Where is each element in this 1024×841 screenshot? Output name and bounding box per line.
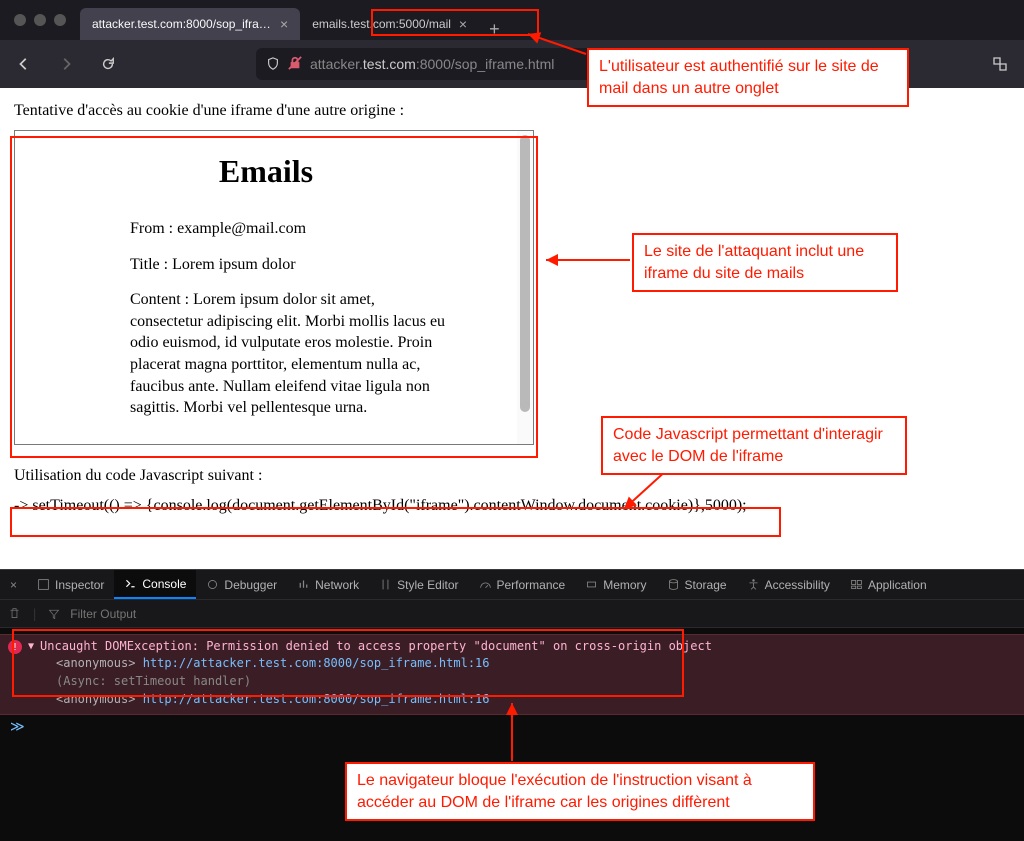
- tab-application[interactable]: Application: [840, 570, 937, 599]
- annotation-js: Code Javascript permettant d'interagir a…: [601, 416, 907, 475]
- storage-icon: [667, 578, 680, 591]
- close-dot[interactable]: [14, 14, 26, 26]
- error-stack: <anonymous> http://attacker.test.com:800…: [56, 654, 1016, 708]
- page-content: Tentative d'accès au cookie d'une iframe…: [0, 88, 1024, 569]
- devtools-tabs: × Inspector Console Debugger Network Sty…: [0, 570, 1024, 600]
- arrow-auth-to-tab: [520, 30, 590, 58]
- style-icon: [379, 578, 392, 591]
- window-titlebar: attacker.test.com:8000/sop_iframe. × ema…: [0, 0, 1024, 40]
- tab-accessibility[interactable]: Accessibility: [737, 570, 840, 599]
- scrollbar-thumb[interactable]: [520, 135, 530, 412]
- email-title: Title : Lorem ipsum dolor: [130, 254, 450, 276]
- tab-emails[interactable]: emails.test.com:5000/mail ×: [300, 8, 479, 40]
- debugger-icon: [206, 578, 219, 591]
- iframe-scrollbar[interactable]: [517, 131, 533, 444]
- cross-origin-iframe[interactable]: Emails From : example@mail.com Title : L…: [14, 130, 534, 445]
- arrow-right-icon: [59, 57, 73, 71]
- arrow-iframe: [540, 252, 635, 268]
- annotation-blocked: Le navigateur bloque l'exécution de l'in…: [345, 762, 815, 821]
- console-icon: [124, 577, 137, 590]
- tab-performance[interactable]: Performance: [469, 570, 576, 599]
- tab-memory[interactable]: Memory: [575, 570, 656, 599]
- close-icon[interactable]: ×: [280, 16, 288, 32]
- trash-icon[interactable]: [8, 607, 21, 620]
- email-content: Content : Lorem ipsum dolor sit amet, co…: [130, 289, 450, 419]
- tab-strip: attacker.test.com:8000/sop_iframe. × ema…: [80, 0, 510, 40]
- console-filter-bar: |: [0, 600, 1024, 628]
- accessibility-icon: [747, 578, 760, 591]
- devtools-close-icon[interactable]: ×: [0, 578, 27, 592]
- arrow-blocked: [502, 699, 522, 763]
- filter-input[interactable]: [70, 607, 1016, 621]
- application-icon: [850, 578, 863, 591]
- inspector-icon: [37, 578, 50, 591]
- url-text: attacker.test.com:8000/sop_iframe.html: [310, 56, 554, 72]
- translate-icon: [992, 56, 1008, 72]
- forward-button[interactable]: [52, 50, 80, 78]
- arrow-left-icon: [17, 57, 31, 71]
- minimize-dot[interactable]: [34, 14, 46, 26]
- error-message: Uncaught DOMException: Permission denied…: [40, 639, 712, 653]
- performance-icon: [479, 578, 492, 591]
- zoom-dot[interactable]: [54, 14, 66, 26]
- shield-icon: [266, 57, 280, 71]
- tab-label: attacker.test.com:8000/sop_iframe.: [92, 17, 272, 31]
- tab-network[interactable]: Network: [287, 570, 369, 599]
- tab-debugger[interactable]: Debugger: [196, 570, 287, 599]
- memory-icon: [585, 578, 598, 591]
- tab-label: emails.test.com:5000/mail: [312, 17, 451, 31]
- network-icon: [297, 578, 310, 591]
- insecure-lock-icon: [288, 56, 302, 73]
- annotation-iframe: Le site de l'attaquant inclut une iframe…: [632, 233, 898, 292]
- iframe-content: Emails From : example@mail.com Title : L…: [15, 131, 517, 444]
- tab-inspector[interactable]: Inspector: [27, 570, 114, 599]
- chevron-down-icon[interactable]: ▼: [28, 641, 34, 652]
- close-icon[interactable]: ×: [459, 16, 467, 32]
- error-icon: !: [8, 640, 22, 654]
- email-from: From : example@mail.com: [130, 218, 450, 240]
- new-tab-button[interactable]: +: [479, 19, 510, 40]
- tab-attacker[interactable]: attacker.test.com:8000/sop_iframe. ×: [80, 8, 300, 40]
- reload-icon: [101, 57, 115, 71]
- annotation-authenticated: L'utilisateur est authentifié sur le sit…: [587, 48, 909, 107]
- iframe-heading: Emails: [35, 153, 497, 190]
- translate-button[interactable]: [986, 50, 1014, 78]
- back-button[interactable]: [10, 50, 38, 78]
- tab-style-editor[interactable]: Style Editor: [369, 570, 468, 599]
- funnel-icon[interactable]: [48, 608, 60, 620]
- divider: |: [31, 607, 38, 621]
- window-controls[interactable]: [0, 14, 80, 26]
- tab-storage[interactable]: Storage: [657, 570, 737, 599]
- reload-button[interactable]: [94, 50, 122, 78]
- js-code: -> setTimeout(() => {console.log(documen…: [14, 495, 1010, 517]
- tab-console[interactable]: Console: [114, 570, 196, 599]
